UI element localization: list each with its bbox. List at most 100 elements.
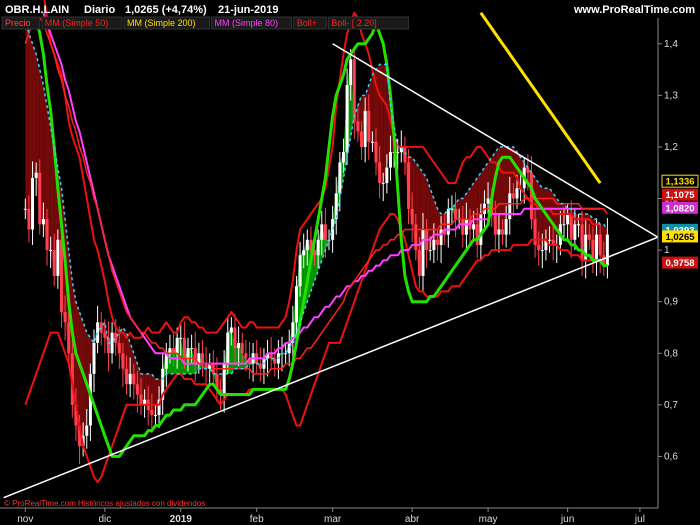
candle-body <box>59 239 63 312</box>
candle-body <box>237 342 241 349</box>
candle-body <box>233 327 237 349</box>
candle-body <box>605 234 609 266</box>
candle-body <box>287 342 291 354</box>
candle-body <box>103 332 107 338</box>
candle-body <box>240 342 244 354</box>
candle-body <box>23 208 27 210</box>
candle-body <box>345 85 349 153</box>
y-tick-label: 1,4 <box>664 39 678 50</box>
candle-body <box>172 348 176 354</box>
candle-body <box>125 368 129 385</box>
candle-body <box>417 250 421 276</box>
candle-body <box>595 234 599 261</box>
candle-body <box>493 214 497 235</box>
candle-body <box>475 224 479 245</box>
candle-body <box>576 224 580 226</box>
candle-body <box>258 363 262 369</box>
cloud-segment <box>549 188 554 245</box>
candle-body <box>85 425 89 436</box>
candle-body <box>511 193 515 199</box>
candle-body <box>52 250 56 276</box>
candle-body <box>200 353 204 364</box>
candle-body <box>190 348 194 350</box>
candle-body <box>374 141 378 163</box>
candle-body <box>179 337 183 339</box>
header-symbol: OBR.H.LAIN <box>5 4 69 16</box>
candle-body <box>114 332 118 343</box>
y-tick-label: 1,3 <box>664 90 678 101</box>
candle-body <box>421 229 425 276</box>
header-site: www.ProRealTime.com <box>573 4 695 16</box>
x-tick-label: abr <box>405 514 420 525</box>
legend-item-label: MM (Simple 200) <box>127 18 196 28</box>
legend-item-label: Precio <box>5 18 31 28</box>
candle-body <box>182 337 186 359</box>
candle-body <box>533 219 537 245</box>
candle-body <box>385 167 389 184</box>
candle-body <box>244 353 248 359</box>
x-tick-label: nov <box>17 514 33 525</box>
candle-body <box>569 214 573 240</box>
candle-body <box>562 224 566 226</box>
candle-body <box>298 255 302 287</box>
candle-body <box>378 162 382 184</box>
price-badge-label: 1,1336 <box>665 177 694 188</box>
candle-body <box>63 312 67 323</box>
y-tick-label: 0,7 <box>664 400 678 411</box>
candle-body <box>461 219 465 235</box>
candle-body <box>504 219 508 235</box>
candle-body <box>305 239 309 251</box>
x-tick-label: may <box>479 514 498 525</box>
candle-body <box>537 244 541 251</box>
candle-body <box>139 394 143 405</box>
candle-body <box>320 224 324 240</box>
candle-body <box>360 131 364 147</box>
y-tick-label: 1 <box>664 245 670 256</box>
candle-body <box>338 162 342 194</box>
candle-body <box>316 239 320 256</box>
price-badge-label: 0,9758 <box>665 258 694 269</box>
cloud-segment <box>32 43 37 178</box>
cloud-segment <box>25 18 29 230</box>
candle-body <box>186 348 190 359</box>
candle-body <box>367 110 371 142</box>
candle-body <box>410 208 414 225</box>
legend-item-label: MM (Simple 80) <box>215 18 279 28</box>
candle-body <box>446 208 450 235</box>
candle-body <box>226 332 230 364</box>
candle-body <box>323 224 327 240</box>
candle-body <box>128 373 132 385</box>
candle-body <box>41 219 45 225</box>
x-tick-label: mar <box>324 514 342 525</box>
candle-body <box>49 250 53 252</box>
candle-body <box>587 234 591 240</box>
candle-body <box>56 239 60 276</box>
x-tick-label: feb <box>250 514 264 525</box>
price-badge-label: 1,0820 <box>665 203 694 214</box>
candle-body <box>349 59 353 86</box>
candle-body <box>486 198 490 204</box>
candle-body <box>99 322 103 333</box>
price-chart[interactable]: OBR.H.LAIN Diario 1,0265 (+4,74%) 21-jun… <box>0 0 700 525</box>
legend-item-label: MM (Simple 50) <box>45 18 109 28</box>
candle-body <box>121 353 125 369</box>
x-tick-label: 2019 <box>170 514 193 525</box>
candle-body <box>34 172 38 178</box>
candle-body <box>175 337 179 354</box>
candle-body <box>117 342 121 354</box>
candle-body <box>388 152 392 168</box>
y-tick-label: 0,6 <box>664 451 678 462</box>
cloud-segment <box>151 373 156 416</box>
candle-body <box>428 250 432 252</box>
candle-body <box>31 177 35 230</box>
candle-body <box>464 219 468 235</box>
candle-body <box>435 239 439 245</box>
price-badge-label: 1,1075 <box>665 190 695 201</box>
candle-body <box>598 234 602 256</box>
candle-body <box>284 353 288 355</box>
candle-body <box>526 167 530 173</box>
candle-body <box>414 224 418 251</box>
candle-body <box>508 193 512 220</box>
candle-body <box>153 415 157 417</box>
legend-item-label: Boll+ <box>297 18 317 28</box>
